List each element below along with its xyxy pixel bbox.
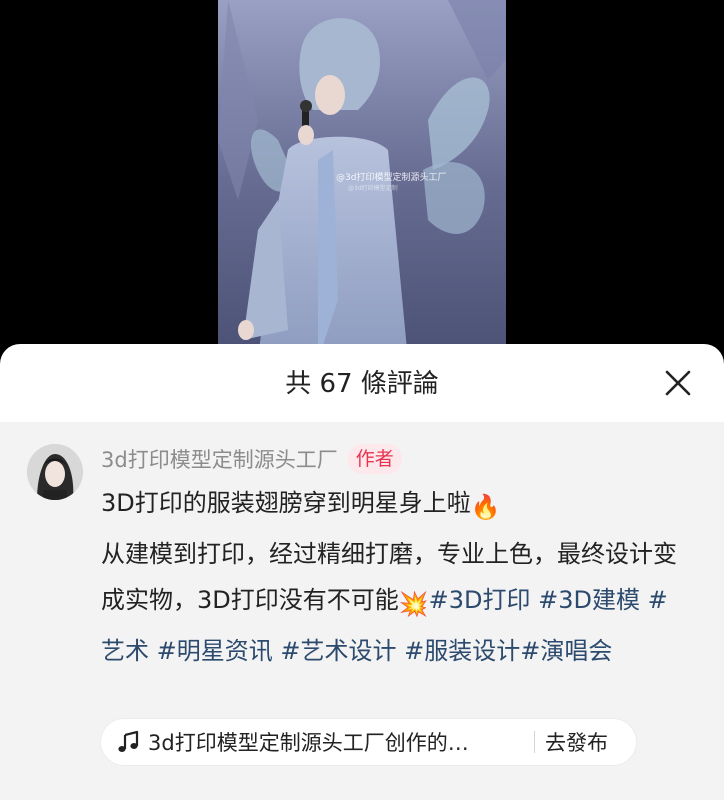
video-player[interactable]: @3d打印模型定制源头工厂 @3d打印模型定制 <box>218 0 506 360</box>
comment-text-line1: 3D打印的服装翅膀穿到明星身上啦 <box>101 489 471 517</box>
comment-count-title: 共 67 條評論 <box>285 369 439 399</box>
comment-sheet-header: 共 67 條評論 <box>0 344 724 422</box>
comment-text: 3D打印的服装翅膀穿到明星身上啦🔥 从建模到打印，经过精细打磨，专业上色，最终设计… <box>101 480 691 674</box>
avatar-image <box>27 444 83 500</box>
avatar[interactable] <box>27 444 83 500</box>
music-title[interactable]: 3d打印模型定制源头工厂创作的… <box>148 727 526 757</box>
explosion-emoji-icon: 💥 <box>398 590 429 618</box>
hashtag-link[interactable]: #服装设计 <box>404 637 520 665</box>
comment-sheet: 共 67 條評論 3d打印模型定制源头工厂 作者 3D打印的服装翅膀穿到明星身上… <box>0 344 724 800</box>
hashtag-link[interactable]: #演唱会 <box>520 637 612 665</box>
video-watermark: @3d打印模型定制源头工厂 <box>336 173 447 183</box>
author-name[interactable]: 3d打印模型定制源头工厂 <box>101 444 338 474</box>
music-publish-button[interactable]: 去發布 <box>545 727 608 757</box>
hashtag-link[interactable]: #3D打印 <box>429 586 531 614</box>
music-note-icon <box>118 730 139 752</box>
screen: @3d打印模型定制源头工厂 @3d打印模型定制 共 67 條評論 3d打印模型定… <box>0 0 724 800</box>
hashtag-link[interactable]: #明星资讯 <box>157 637 273 665</box>
close-x-icon <box>665 370 691 396</box>
video-watermark-sub: @3d打印模型定制 <box>348 185 398 192</box>
comment-item[interactable]: 3d打印模型定制源头工厂 作者 3D打印的服装翅膀穿到明星身上啦🔥 从建模到打印，… <box>0 422 724 800</box>
close-button[interactable] <box>658 370 698 398</box>
author-row: 3d打印模型定制源头工厂 作者 <box>101 442 402 476</box>
hashtag-link[interactable]: #艺术设计 <box>280 637 396 665</box>
author-badge: 作者 <box>347 444 402 474</box>
music-divider <box>534 731 535 753</box>
fire-emoji-icon: 🔥 <box>470 493 501 521</box>
music-pill[interactable]: 3d打印模型定制源头工厂创作的… 去發布 <box>101 719 636 765</box>
hashtag-link[interactable]: #3D建模 <box>538 586 640 614</box>
